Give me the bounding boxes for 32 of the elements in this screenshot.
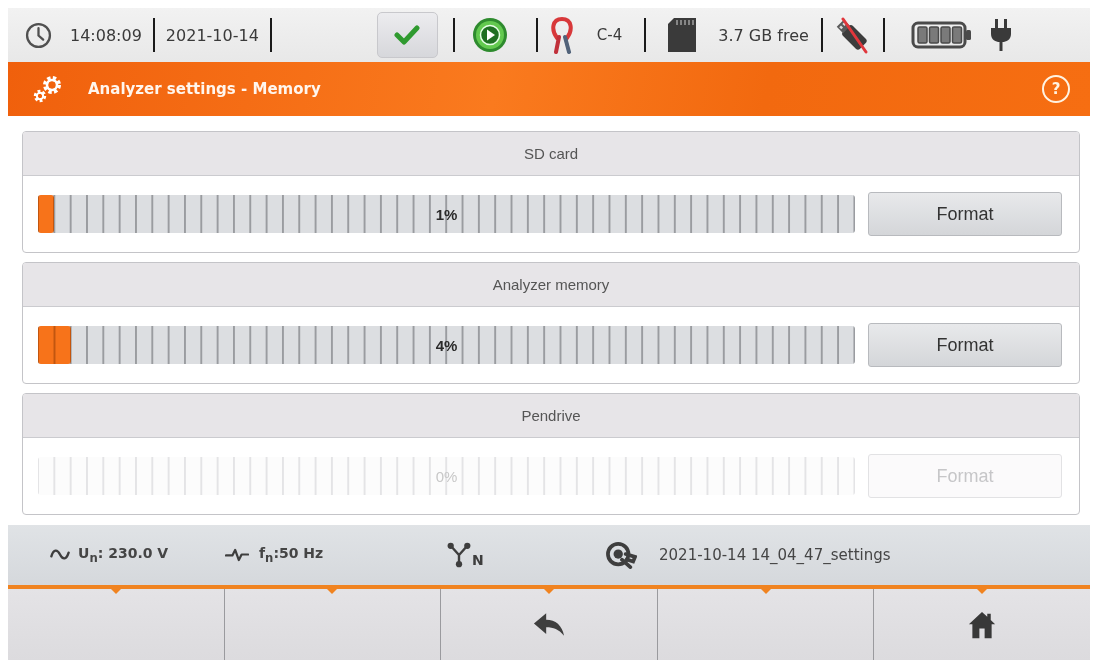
storage-name: Analyzer memory bbox=[492, 276, 610, 293]
time-text: 14:08:09 bbox=[70, 25, 142, 45]
free-space-text: 3.7 GB free bbox=[718, 25, 809, 45]
settings-file-name: 2021-10-14 14_04_47_settings bbox=[659, 546, 891, 564]
frequency-text: f$_{n}$:50 Hz bbox=[259, 545, 324, 565]
battery-icon bbox=[910, 21, 973, 49]
percent-text: 4% bbox=[435, 336, 458, 354]
home-icon bbox=[968, 610, 997, 639]
wye-network-icon bbox=[447, 542, 471, 568]
voltage-text: U$_{n}$: 230.0 V bbox=[78, 545, 169, 565]
function-key-button[interactable] bbox=[873, 589, 1090, 660]
neutral-label: N bbox=[472, 552, 484, 568]
gears-icon bbox=[32, 74, 64, 104]
format-button[interactable]: Format bbox=[868, 192, 1062, 236]
play-icon bbox=[471, 17, 508, 53]
gear-wrench-icon bbox=[605, 541, 637, 569]
date-text: 2021-10-14 bbox=[165, 25, 259, 45]
sine-wave-icon bbox=[50, 548, 70, 562]
clock-icon bbox=[25, 21, 52, 49]
clamp-icon bbox=[550, 16, 573, 54]
format-button[interactable]: Format bbox=[868, 323, 1062, 367]
sd-card-icon bbox=[668, 18, 697, 52]
back-arrow-icon bbox=[533, 611, 565, 638]
screen-title: Analyzer settings - Memory bbox=[88, 80, 321, 98]
storage-name: SD card bbox=[523, 145, 579, 162]
plug-icon bbox=[988, 19, 1013, 51]
check-icon bbox=[394, 25, 421, 45]
clamp-label: C-4 bbox=[596, 26, 623, 44]
percent-text: 1% bbox=[435, 205, 458, 223]
status-check-button[interactable] bbox=[376, 12, 438, 58]
storage-name: Pendrive bbox=[521, 407, 581, 424]
pulse-icon bbox=[225, 547, 249, 563]
